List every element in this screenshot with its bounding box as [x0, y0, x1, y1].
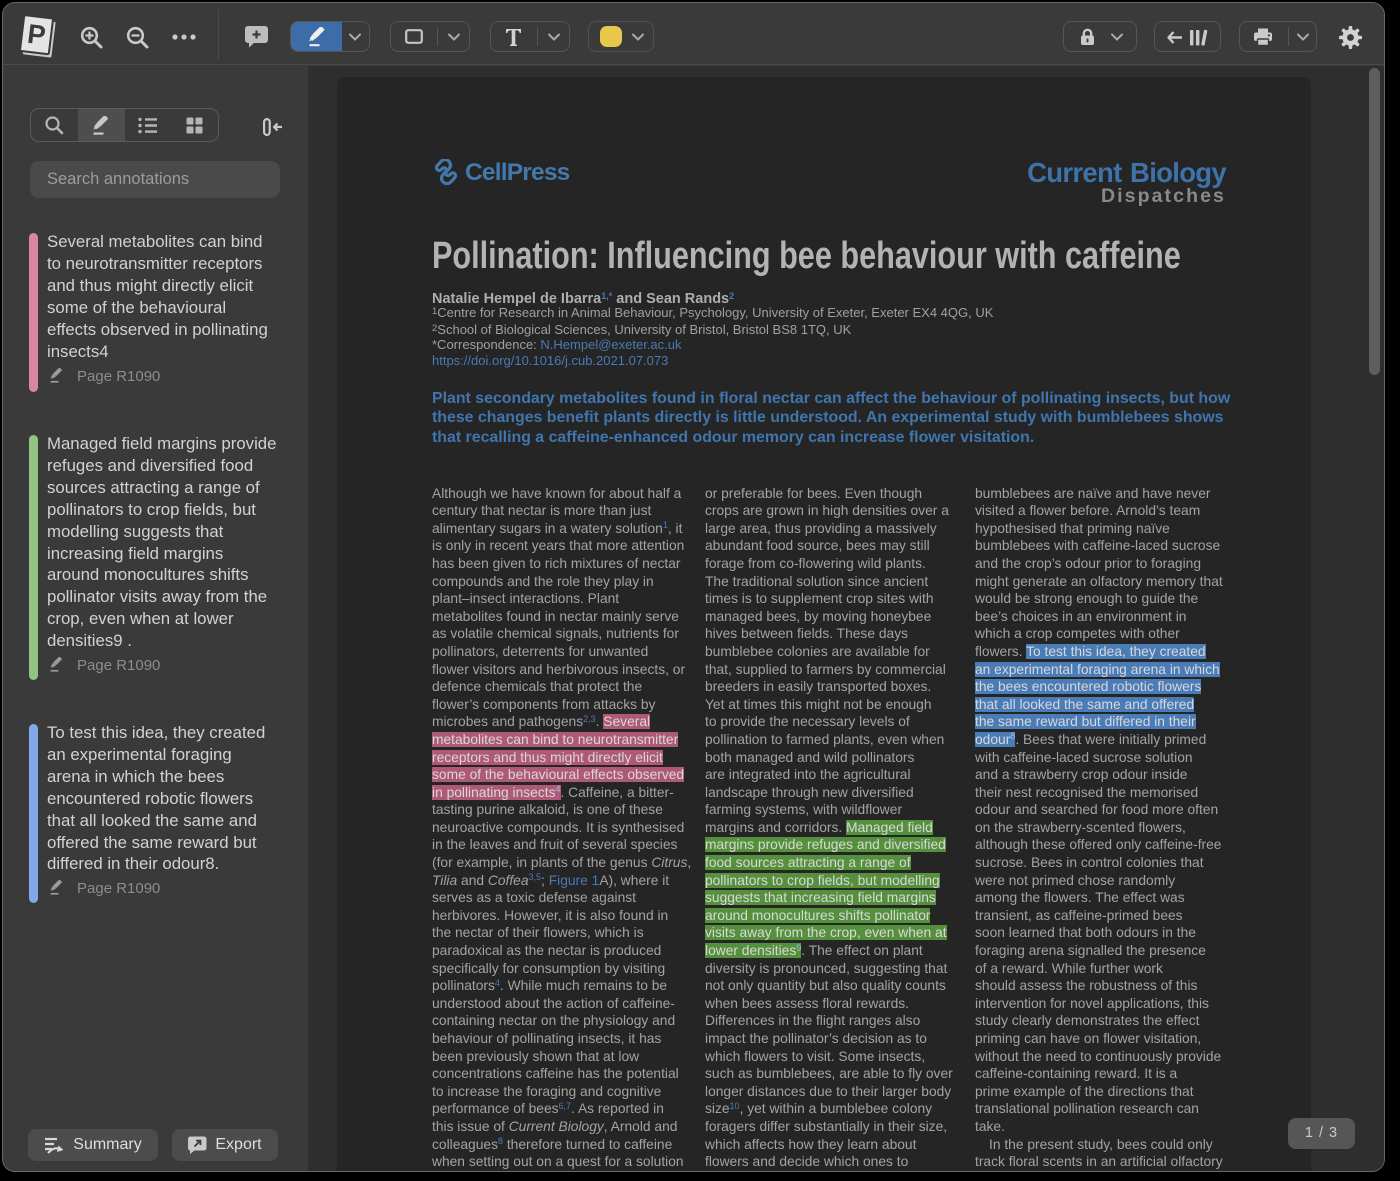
- svg-text:P: P: [26, 19, 48, 51]
